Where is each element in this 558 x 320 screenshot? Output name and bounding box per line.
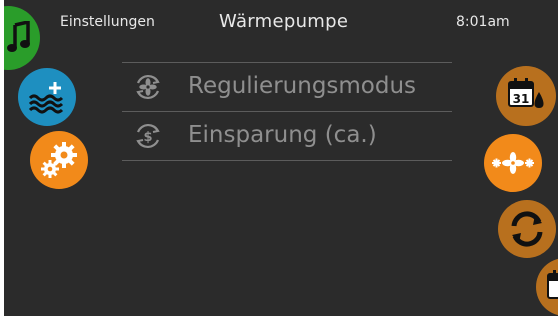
svg-text:$: $ [143, 130, 152, 145]
back-to-settings-link[interactable]: Einstellungen [60, 14, 155, 30]
calendar-button[interactable]: 3 [536, 258, 558, 316]
water-heat-icon [28, 80, 68, 114]
settings-button[interactable] [30, 131, 88, 189]
menu-item-einsparung[interactable]: $ Einsparung (ca.) [122, 111, 452, 161]
gears-icon [38, 139, 80, 181]
music-note-icon [6, 21, 32, 55]
clock: 8:01am [456, 14, 510, 30]
heat-pump-button[interactable] [484, 134, 542, 192]
calendar-day: 31 [513, 92, 530, 106]
heat-pump-fan-icon [489, 150, 537, 176]
menu-item-regulierungsmodus[interactable]: Regulierungsmodus [122, 62, 452, 111]
calendar-water-button[interactable]: 31 [496, 66, 556, 126]
screen: Einstellungen Wärmepumpe 8:01am Regulier… [4, 0, 558, 316]
menu-item-label: Regulierungsmodus [188, 73, 417, 99]
dollar-cycle-icon: $ [134, 122, 162, 150]
page-title: Wärmepumpe [219, 11, 349, 32]
settings-menu: Regulierungsmodus $ Einsparung (ca.) [122, 62, 452, 161]
water-heat-button[interactable] [18, 68, 76, 126]
menu-item-label: Einsparung (ca.) [188, 122, 377, 148]
calendar-icon: 3 [546, 270, 558, 300]
calendar-water-icon: 31 [507, 78, 547, 114]
cycle-button[interactable] [498, 200, 556, 258]
music-button[interactable] [4, 6, 40, 70]
cycle-icon [509, 211, 545, 247]
fan-cycle-icon [134, 73, 162, 101]
